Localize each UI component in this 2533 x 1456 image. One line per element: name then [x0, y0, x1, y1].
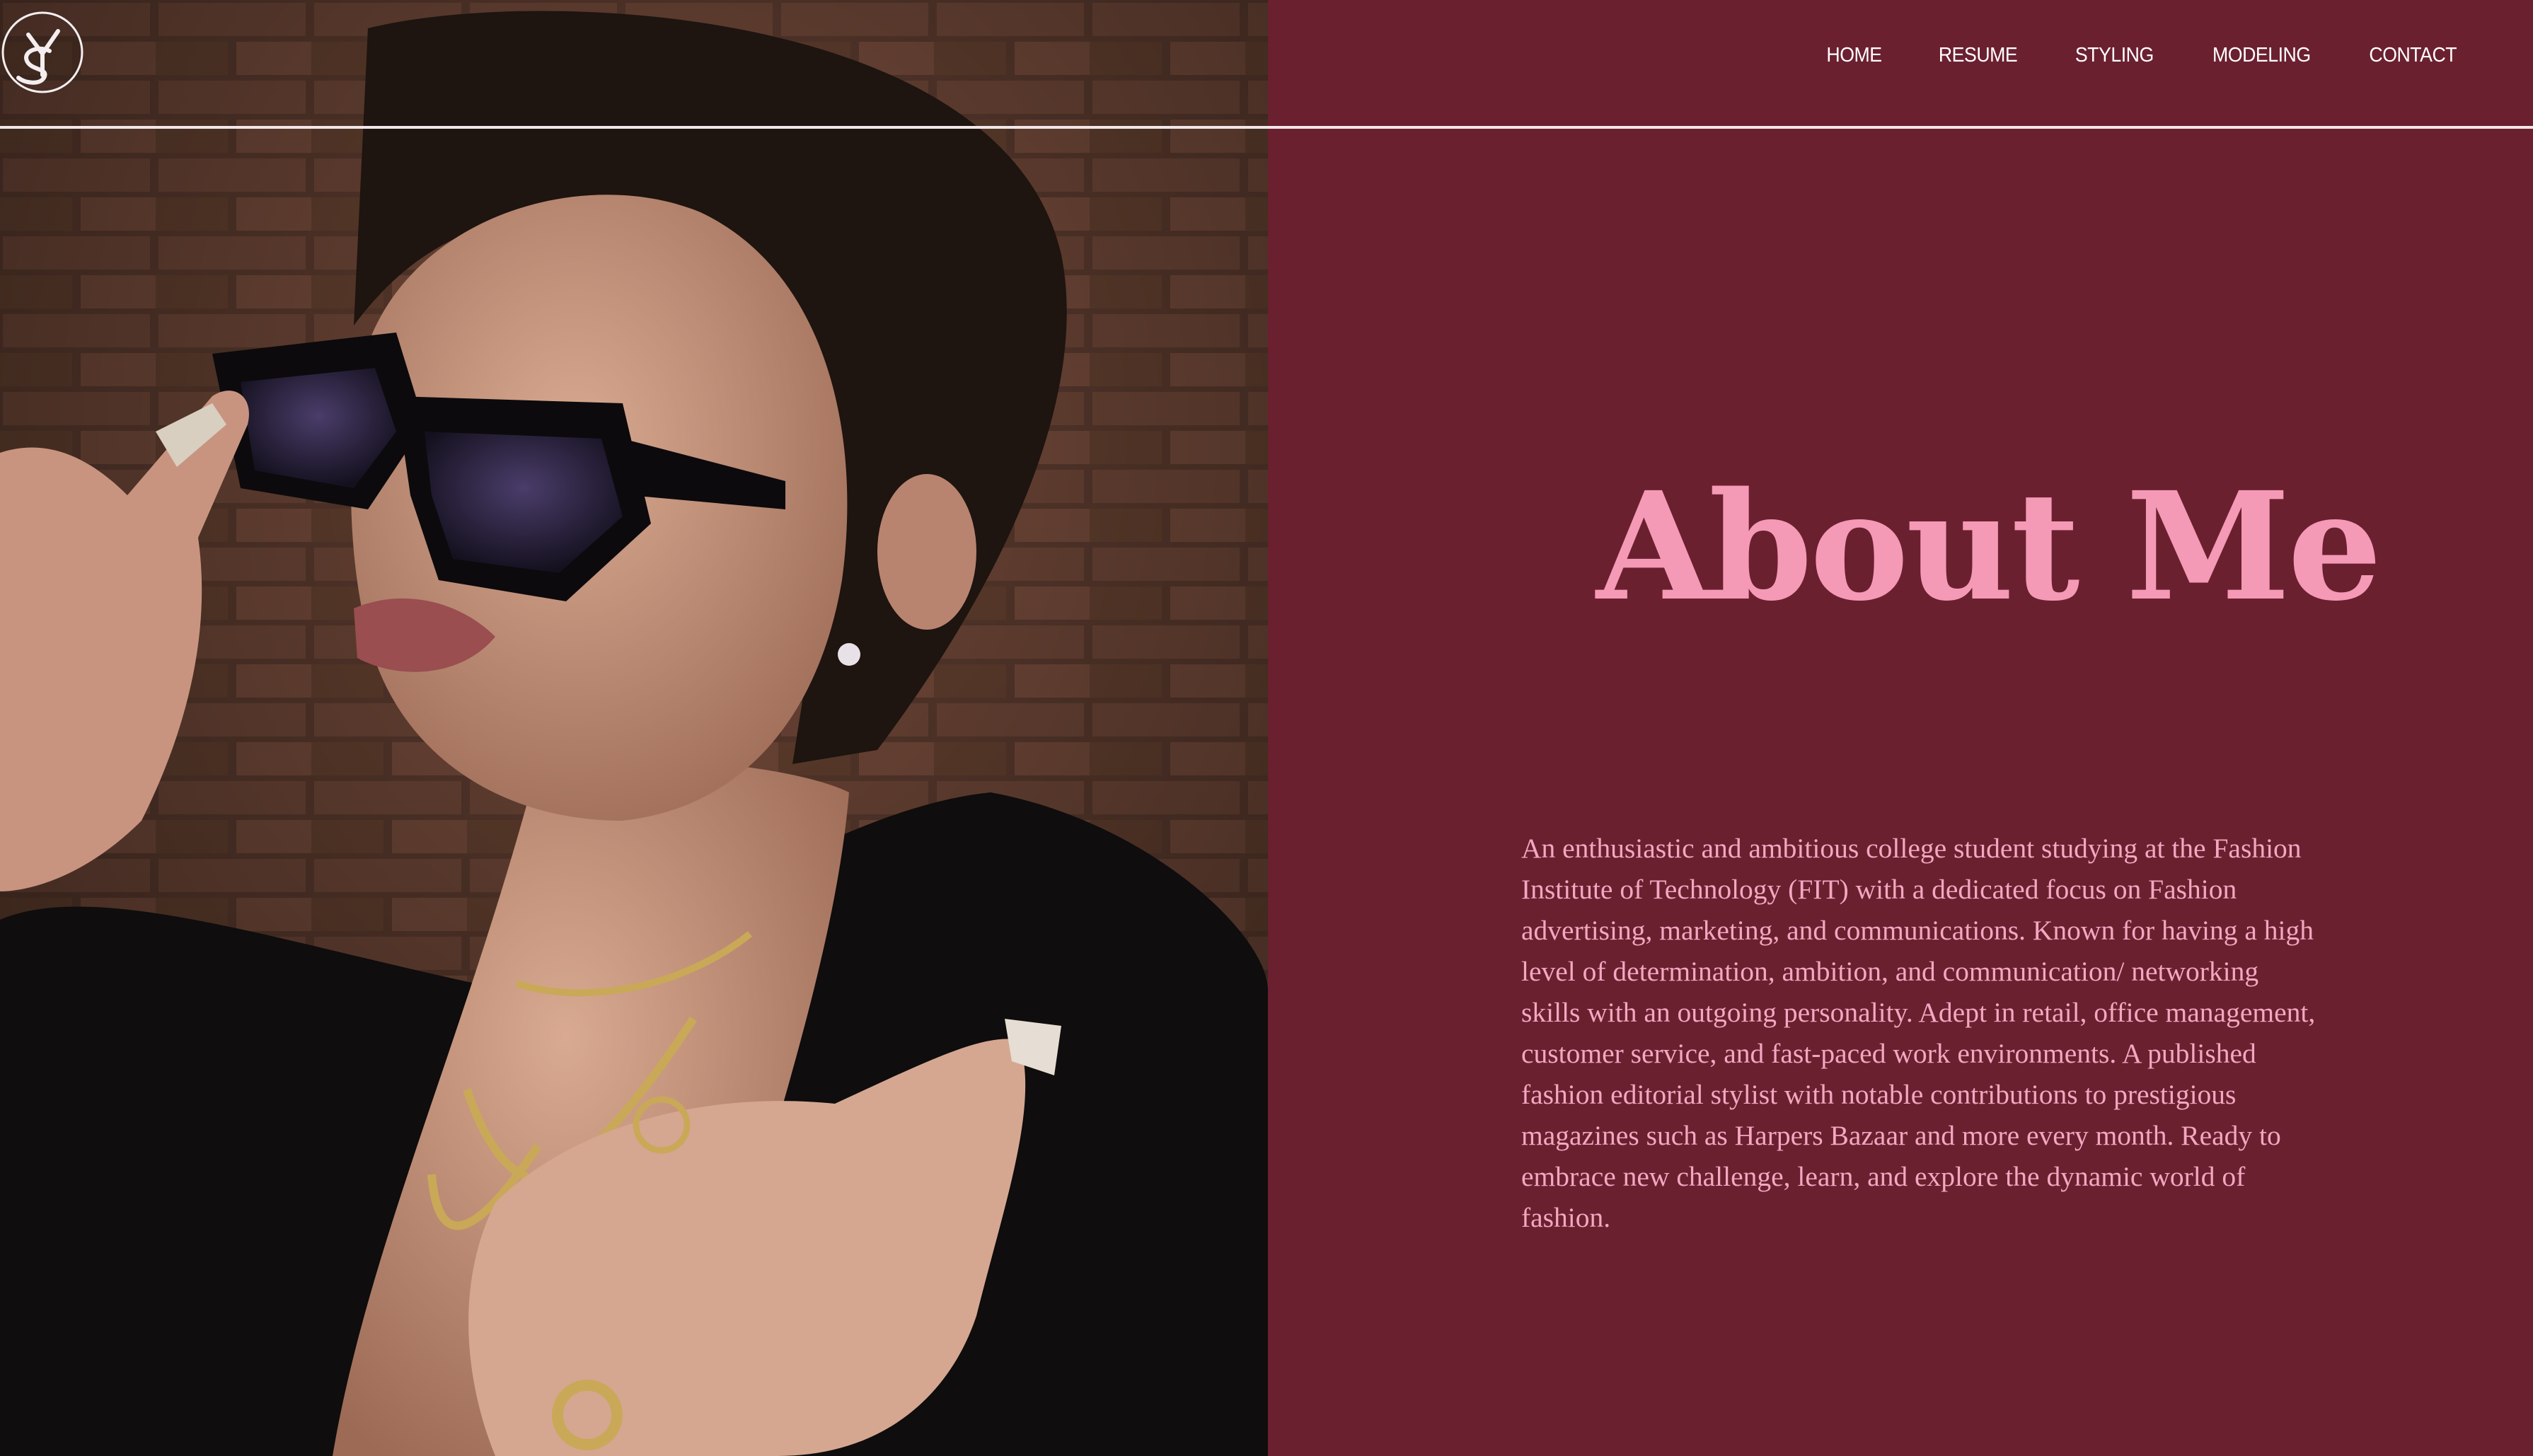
nav-contact-link[interactable]: CONTACT — [2370, 44, 2457, 67]
nav-styling-link[interactable]: STYLING — [2075, 44, 2154, 67]
nav-modeling-link[interactable]: MODELING — [2212, 44, 2311, 67]
logo-icon[interactable] — [0, 10, 85, 95]
main-nav: HOME RESUME STYLING MODELING CONTACT — [1824, 44, 2461, 67]
page: HOME RESUME STYLING MODELING CONTACT Abo… — [0, 0, 2533, 1456]
portrait-photo — [0, 0, 1268, 1456]
about-body-text: An enthusiastic and ambitious college st… — [1521, 833, 2316, 1233]
header-divider — [0, 126, 2533, 129]
about-title: About Me — [1596, 459, 2382, 634]
nav-home-link[interactable]: HOME — [1827, 44, 1883, 67]
nav-resume-link[interactable]: RESUME — [1939, 44, 2018, 67]
